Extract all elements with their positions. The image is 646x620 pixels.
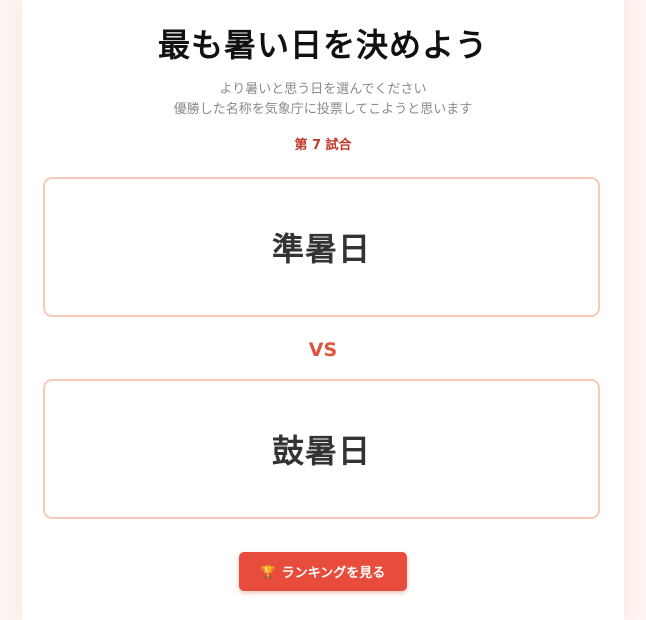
subtitle-instruction: より暑いと思う日を選んでください [219,82,427,97]
view-ranking-label: ランキングを見る [281,566,386,581]
option-card-2[interactable]: 鼓暑日 [43,379,600,519]
subtitle-description: 優勝した名称を気象庁に投票してこようと思います [173,102,473,117]
main-card: 最も暑い日を決めよう より暑いと思う日を選んでください 優勝した名称を気象庁に投… [22,0,624,620]
view-ranking-button[interactable]: 🏆 ランキングを見る [239,552,407,591]
option-1-label: 準暑日 [271,230,371,268]
option-card-1[interactable]: 準暑日 [43,177,600,317]
trophy-icon: 🏆 [260,564,276,579]
vs-label: VS [308,339,338,361]
option-2-label: 鼓暑日 [271,432,371,470]
match-number-label: 第 7 試合 [294,138,352,153]
page-title: 最も暑い日を決めよう [157,26,488,64]
